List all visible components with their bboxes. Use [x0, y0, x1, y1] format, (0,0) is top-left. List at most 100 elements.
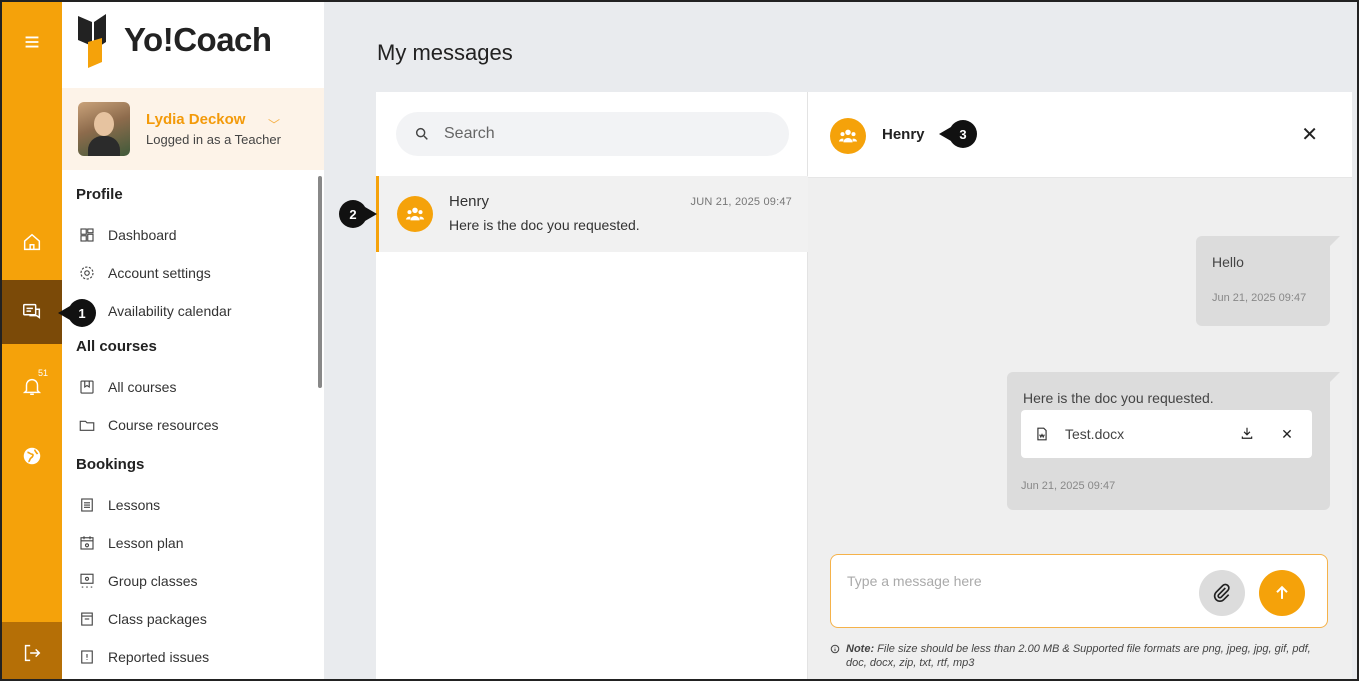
- report-icon: [81, 650, 93, 664]
- attach-button[interactable]: [1199, 570, 1245, 616]
- bell-icon: [22, 378, 42, 395]
- book-icon: [80, 380, 94, 394]
- message-bubble: Hello Jun 21, 2025 09:47: [1196, 236, 1340, 326]
- sidebar-item-label: Dashboard: [108, 227, 177, 243]
- group-classes-icon: [80, 573, 94, 588]
- search-icon: [415, 127, 428, 140]
- sidebar-menu: Profile Dashboard Account settings Avail…: [76, 184, 316, 676]
- menu-section-profile: Profile: [76, 186, 123, 203]
- hamburger-icon: [25, 36, 39, 48]
- globe-icon: [23, 447, 41, 465]
- sidebar-item-lessons[interactable]: Lessons: [76, 486, 316, 524]
- menu-section-bookings: Bookings: [76, 456, 145, 473]
- sidebar-item-group-classes[interactable]: Group classes: [76, 562, 316, 600]
- file-attachment: Test.docx ✕: [1021, 410, 1312, 458]
- sidebar-item-class-packages[interactable]: Class packages: [76, 600, 316, 638]
- chat-pane: Henry ✕ Hello Jun 21, 2025 09:47 Here is…: [808, 92, 1352, 679]
- icon-rail: 51: [2, 2, 62, 679]
- arrow-up-icon: [1276, 585, 1288, 599]
- user-role: Logged in as a Teacher: [146, 132, 281, 147]
- sidebar: Yo!Coach Lydia Deckow Logged in as a Tea…: [62, 2, 324, 679]
- note-text: File size should be less than 2.00 MB & …: [846, 643, 1311, 669]
- thread-item-henry[interactable]: Henry JUN 21, 2025 09:47 Here is the doc…: [376, 176, 808, 252]
- send-button[interactable]: [1259, 570, 1305, 616]
- callout-2: 2: [339, 200, 377, 228]
- message-date: Jun 21, 2025 09:47: [1021, 480, 1116, 492]
- message-placeholder: Type a message here: [847, 573, 982, 589]
- lessons-icon: [81, 498, 93, 512]
- package-icon: [81, 612, 93, 626]
- sidebar-scrollbar[interactable]: [318, 176, 322, 388]
- sidebar-item-label: Lesson plan: [108, 535, 184, 551]
- message-date: Jun 21, 2025 09:47: [1212, 292, 1307, 304]
- sidebar-item-label: Availability calendar: [108, 303, 232, 319]
- search-placeholder: Search: [444, 125, 495, 142]
- folder-icon: [79, 420, 95, 431]
- remove-file-icon[interactable]: ✕: [1276, 426, 1298, 443]
- sidebar-item-label: All courses: [108, 379, 177, 395]
- search-input[interactable]: Search: [396, 112, 789, 156]
- gear-icon: [80, 266, 94, 280]
- thread-preview: Here is the doc you requested.: [449, 217, 640, 233]
- chat-contact-name: Henry: [882, 126, 925, 143]
- menu-toggle-button[interactable]: [2, 20, 62, 64]
- group-avatar-icon: [397, 196, 433, 232]
- home-button[interactable]: [2, 220, 62, 264]
- menu-section-courses: All courses: [76, 338, 157, 355]
- avatar: [78, 102, 130, 156]
- sidebar-item-label: Group classes: [108, 573, 198, 589]
- message-bubble: Here is the doc you requested. Test.docx…: [1007, 372, 1340, 510]
- app-window: 51 Yo!Coach Lydia Deckow Logged in as a …: [0, 0, 1359, 681]
- brand-name: Yo!Coach: [124, 21, 272, 58]
- chat-messages: Hello Jun 21, 2025 09:47 Here is the doc…: [808, 178, 1352, 534]
- sidebar-item-course-resources[interactable]: Course resources: [76, 406, 316, 444]
- brand-logo[interactable]: Yo!Coach: [76, 12, 272, 68]
- sidebar-item-dashboard[interactable]: Dashboard: [76, 216, 316, 254]
- paperclip-icon: [1213, 583, 1230, 603]
- logout-icon: [24, 644, 41, 661]
- close-icon[interactable]: ✕: [1301, 122, 1318, 147]
- lesson-plan-icon: [80, 536, 94, 550]
- note-label: Note:: [846, 643, 875, 655]
- message-text: Here is the doc you requested.: [1023, 390, 1214, 406]
- sidebar-item-label: Reported issues: [108, 649, 210, 665]
- sidebar-item-account-settings[interactable]: Account settings: [76, 254, 316, 292]
- chevron-down-icon[interactable]: ﹀: [268, 116, 280, 133]
- sidebar-item-all-courses[interactable]: All courses: [76, 368, 316, 406]
- language-button[interactable]: [2, 434, 62, 478]
- yocoach-logo-icon: [78, 14, 106, 68]
- sidebar-item-label: Account settings: [108, 265, 211, 281]
- user-name: Lydia Deckow: [146, 111, 246, 128]
- group-avatar-icon: [830, 118, 866, 154]
- messages-button[interactable]: [2, 280, 62, 344]
- callout-1: 1: [58, 299, 96, 327]
- composer-area: Type a message here Note: File size shou…: [808, 534, 1352, 679]
- sidebar-item-lesson-plan[interactable]: Lesson plan: [76, 524, 316, 562]
- notification-badge: 51: [38, 368, 49, 378]
- file-name[interactable]: Test.docx: [1065, 426, 1218, 442]
- sidebar-item-label: Class packages: [108, 611, 207, 627]
- messages-panel: Search Henry JUN 21, 2025 09:47 Here is …: [376, 92, 1352, 679]
- dashboard-icon: [80, 228, 94, 242]
- message-text: Hello: [1212, 254, 1244, 270]
- chat-header: Henry ✕: [808, 92, 1352, 178]
- document-icon: [1037, 427, 1047, 441]
- sidebar-item-availability-calendar[interactable]: Availability calendar: [76, 292, 316, 330]
- home-icon: [23, 233, 41, 251]
- logout-button[interactable]: [2, 622, 62, 679]
- callout-3: 3: [939, 120, 977, 148]
- user-profile-card[interactable]: Lydia Deckow Logged in as a Teacher: [62, 88, 324, 170]
- page-title: My messages: [377, 40, 513, 65]
- thread-list: Search Henry JUN 21, 2025 09:47 Here is …: [376, 92, 808, 679]
- download-icon[interactable]: [1236, 426, 1258, 443]
- sidebar-item-reported-issues[interactable]: Reported issues: [76, 638, 316, 676]
- sidebar-item-label: Lessons: [108, 497, 161, 513]
- thread-name: Henry: [449, 193, 490, 210]
- chat-icon: [23, 303, 41, 319]
- upload-note: Note: File size should be less than 2.00…: [830, 642, 1330, 670]
- message-input[interactable]: Type a message here: [830, 554, 1328, 628]
- info-icon: [830, 644, 840, 654]
- notifications-button[interactable]: 51: [2, 364, 62, 408]
- sidebar-item-label: Course resources: [108, 417, 219, 433]
- thread-date: JUN 21, 2025 09:47: [690, 196, 792, 208]
